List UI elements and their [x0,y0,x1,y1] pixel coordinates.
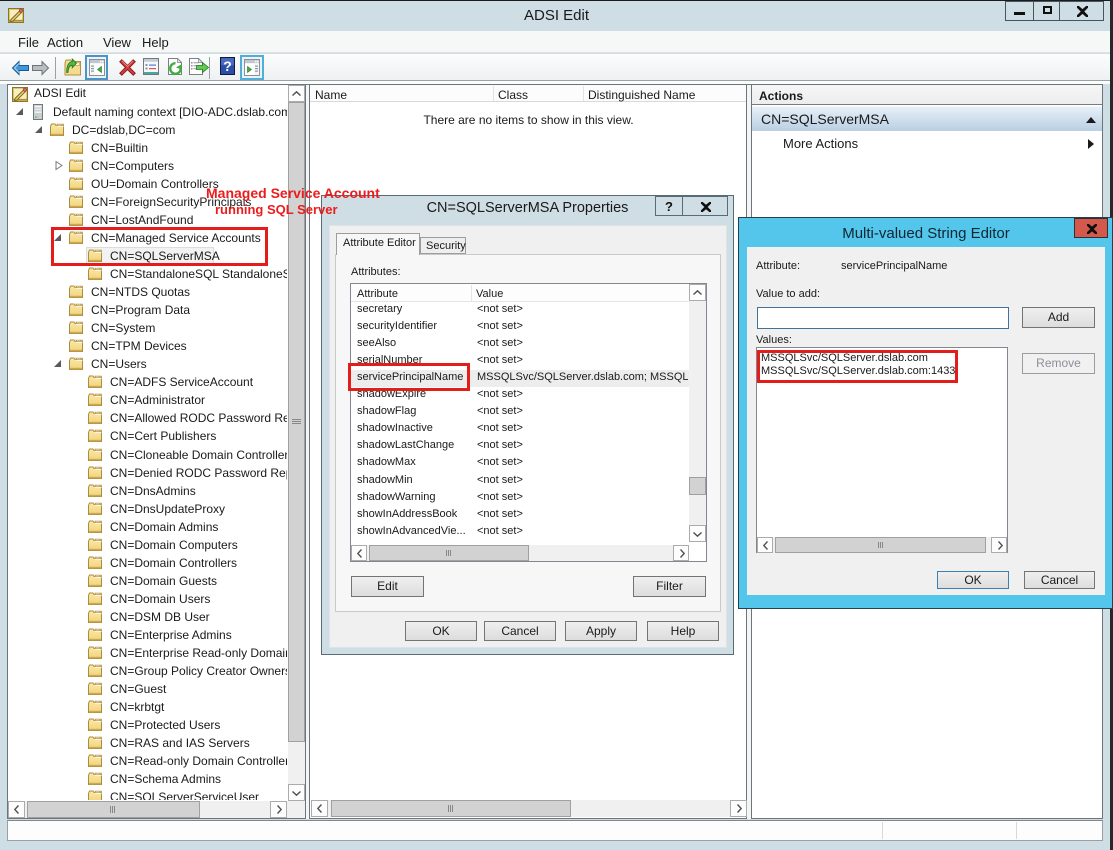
svg-text:?: ? [223,58,232,74]
